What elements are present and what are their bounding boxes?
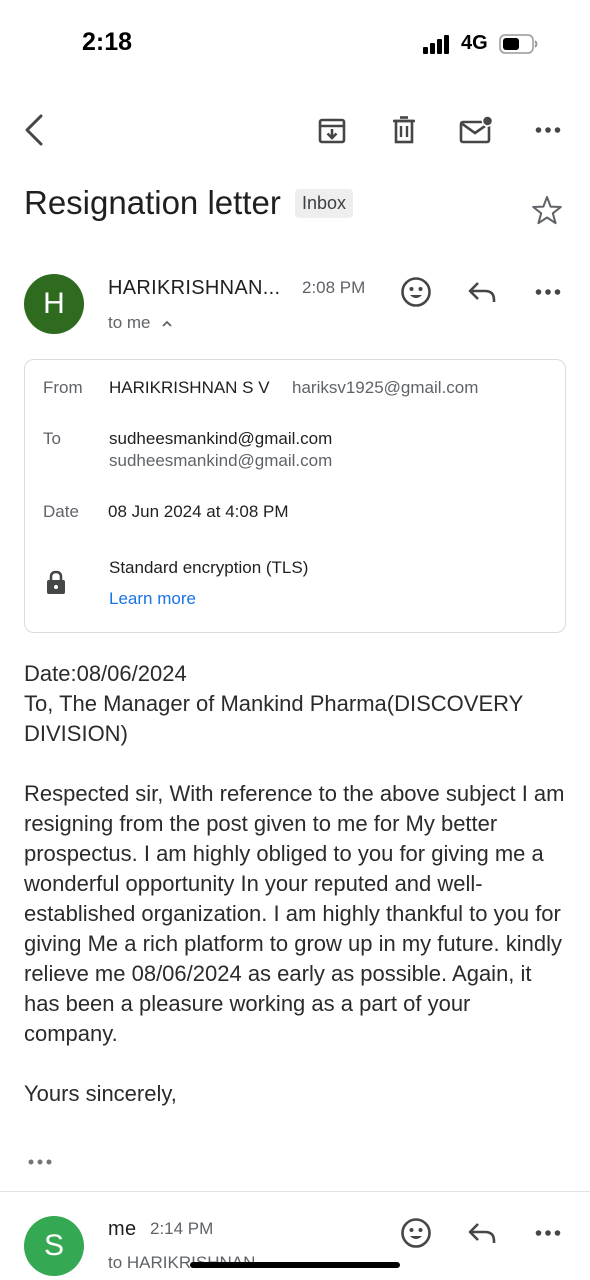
subject-row: Resignation letter Inbox [24, 182, 569, 232]
lock-icon [47, 570, 65, 594]
recipient-summary: to me [108, 313, 151, 332]
from-email[interactable]: hariksv1925@gmail.com [292, 378, 478, 398]
email-subject: Resignation letter [24, 184, 281, 221]
more-horizontal-icon[interactable] [528, 110, 568, 150]
encryption-text: Standard encryption (TLS) [109, 558, 309, 577]
divider [0, 1191, 590, 1192]
message-more-icon[interactable] [528, 1213, 568, 1253]
mail-unread-icon[interactable] [456, 110, 496, 150]
recipient-toggle[interactable]: to me [108, 313, 173, 333]
message-details-card: From HARIKRISHNAN S V hariksv1925@gmail.… [24, 359, 566, 633]
sender-name[interactable]: HARIKRISHNAN... [108, 277, 280, 300]
message-time: 2:14 PM [150, 1219, 214, 1238]
network-type: 4G [461, 32, 488, 54]
emoji-reaction-icon[interactable] [396, 1213, 436, 1253]
status-time: 2:18 [82, 28, 133, 56]
home-indicator[interactable] [190, 1262, 400, 1268]
label-chip[interactable]: Inbox [295, 189, 354, 218]
chevron-up-icon [162, 320, 172, 327]
message-more-icon[interactable] [528, 272, 568, 312]
message-body: Date:08/06/2024 To, The Manager of Manki… [24, 659, 569, 1109]
avatar[interactable]: H [24, 274, 84, 334]
reply-message-header: S me 2:14 PM to HARIKRISHNAN [0, 1210, 590, 1280]
date-value: 08 Jun 2024 at 4:08 PM [108, 502, 289, 521]
emoji-reaction-icon[interactable] [396, 272, 436, 312]
body-line: Date:08/06/2024 [24, 661, 187, 686]
body-line: To, The Manager of Mankind Pharma(DISCOV… [24, 691, 523, 746]
learn-more-link[interactable]: Learn more [109, 589, 196, 609]
message-time: 2:08 PM [302, 278, 366, 297]
avatar[interactable]: S [24, 1216, 84, 1276]
sender-name[interactable]: me [108, 1218, 136, 1241]
to-label: To [43, 429, 61, 448]
back-arrow-icon[interactable] [14, 110, 54, 150]
signal-icon [423, 34, 453, 54]
to-name: sudheesmankind@gmail.com [109, 429, 333, 448]
body-closing: Yours sincerely, [24, 1081, 177, 1106]
toolbar [0, 110, 590, 154]
body-paragraph: Respected sir, With reference to the abo… [24, 781, 565, 1046]
status-bar: 2:18 4G [0, 0, 590, 90]
reply-icon[interactable] [462, 272, 502, 312]
trash-icon[interactable] [384, 110, 424, 150]
from-name: HARIKRISHNAN S V [109, 378, 270, 397]
from-label: From [43, 378, 83, 397]
to-email[interactable]: sudheesmankind@gmail.com [109, 451, 332, 471]
reply-icon[interactable] [462, 1213, 502, 1253]
message-header: H HARIKRISHNAN... 2:08 PM to me [0, 272, 590, 342]
battery-icon [499, 34, 538, 54]
star-icon[interactable] [530, 194, 564, 228]
show-trimmed-icon[interactable] [26, 1152, 54, 1172]
archive-icon[interactable] [312, 110, 352, 150]
date-label: Date [43, 502, 79, 521]
